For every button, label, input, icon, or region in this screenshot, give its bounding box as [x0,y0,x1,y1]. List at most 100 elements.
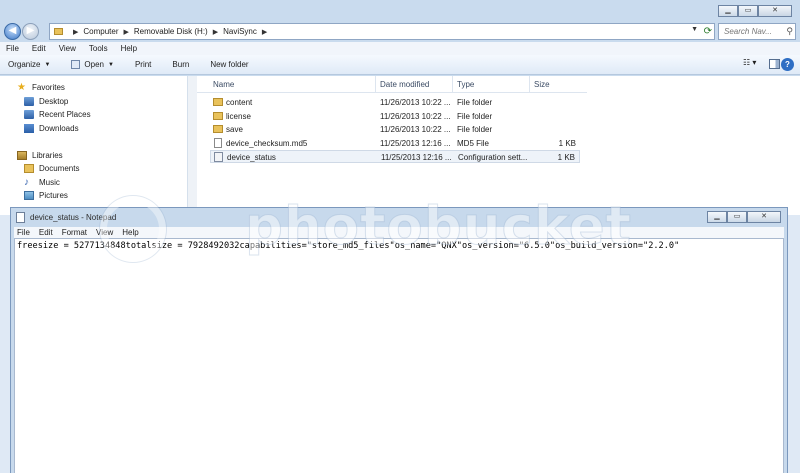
minimize-button[interactable]: ▁ [707,211,727,223]
file-type: Configuration sett... [458,153,528,162]
column-divider[interactable] [375,76,376,93]
column-divider[interactable] [529,76,530,93]
view-options-icon[interactable]: ☷ ▾ [743,58,759,69]
maximize-button[interactable]: ▭ [738,5,758,17]
nav-downloads[interactable]: Downloads [24,124,79,133]
address-row: ◀ ▶ ▶ Computer ▶ Removable Disk (H:) ▶ N… [0,20,800,42]
breadcrumb-computer[interactable]: Computer [83,27,118,36]
pane-splitter[interactable] [188,76,197,215]
menu-view[interactable]: View [96,228,113,237]
file-date: 11/26/2013 10:22 ... [380,112,451,121]
nav-pictures[interactable]: Pictures [24,191,68,200]
maximize-button[interactable]: ▭ [727,211,747,223]
column-headers: Name Date modified Type Size [197,76,587,93]
menu-format[interactable]: Format [62,228,87,237]
file-size: 1 KB [557,153,575,162]
file-name: device_status [227,153,276,162]
breadcrumb-separator-icon[interactable]: ▶ [262,28,267,36]
chevron-down-icon[interactable]: ▼ [691,26,698,33]
menu-edit[interactable]: Edit [32,44,46,53]
breadcrumb-separator-icon[interactable]: ▶ [124,28,129,36]
file-row-selected[interactable]: device_status 11/25/2013 12:16 ... Confi… [210,150,580,163]
menu-help[interactable]: Help [122,228,138,237]
recent-places-icon [24,110,34,119]
close-button[interactable]: ✕ [758,5,792,17]
file-size: 1 KB [558,139,576,148]
file-row[interactable]: license 11/26/2013 10:22 ... File folder [210,110,580,123]
nav-label: Music [39,178,60,187]
menu-help[interactable]: Help [121,44,137,53]
nav-recent-places[interactable]: Recent Places [24,110,91,119]
notepad-title-bar[interactable]: device_status - Notepad ▁ ▭ ✕ [11,208,787,227]
file-row[interactable]: device_checksum.md5 11/25/2013 12:16 ...… [210,137,580,150]
desktop-icon [24,97,34,106]
nav-label: Desktop [39,97,69,106]
search-placeholder: Search Nav... [724,27,772,36]
navigation-pane: ★ Favorites Desktop Recent Places Downloa… [0,76,188,215]
nav-music[interactable]: ♪ Music [24,178,60,188]
explorer-window: ▁ ▭ ✕ ◀ ▶ ▶ Computer ▶ Removable Disk (H… [0,0,800,215]
notepad-window: device_status - Notepad ▁ ▭ ✕ File Edit … [10,207,788,473]
view-controls: ☷ ▾ [743,58,780,69]
menu-tools[interactable]: Tools [89,44,108,53]
file-name: license [226,112,251,121]
refresh-icon[interactable]: ⟳ [704,25,712,38]
new-folder-button[interactable]: New folder [210,60,248,69]
nav-favorites[interactable]: ★ Favorites [17,82,65,93]
column-divider[interactable] [452,76,453,93]
menu-file[interactable]: File [17,228,30,237]
nav-libraries[interactable]: Libraries [17,151,63,160]
file-date: 11/25/2013 12:16 ... [381,153,452,162]
back-button[interactable]: ◀ [4,23,21,40]
notepad-text-area[interactable]: freesize = 5277134848totalsize = 7928492… [14,238,784,473]
minimize-button[interactable]: ▁ [718,5,738,17]
file-date: 11/26/2013 10:22 ... [380,125,451,134]
downloads-icon [24,124,34,133]
breadcrumb-removable-disk[interactable]: Removable Disk (H:) [134,27,208,36]
back-arrow-icon: ◀ [8,25,17,36]
config-file-icon [214,152,223,162]
menu-file[interactable]: File [6,44,19,53]
burn-button[interactable]: Burn [172,60,189,69]
breadcrumb-separator-icon[interactable]: ▶ [213,28,218,36]
column-name[interactable]: Name [213,80,234,89]
organize-label: Organize [8,60,41,69]
explorer-toolbar: Organize ▼ Open ▼ Print Burn New folder ☷ … [0,55,800,75]
file-row[interactable]: save 11/26/2013 10:22 ... File folder [210,123,580,136]
preview-pane-icon[interactable] [769,58,780,69]
document-content[interactable]: freesize = 5277134848totalsize = 7928492… [17,241,679,251]
nav-label: Documents [39,164,80,173]
search-icon[interactable]: ⚲ [786,24,793,39]
file-row[interactable]: content 11/26/2013 10:22 ... File folder [210,96,580,109]
notepad-icon [16,212,25,223]
column-type[interactable]: Type [457,80,474,89]
open-label: Open [84,60,104,69]
column-size[interactable]: Size [534,80,550,89]
folder-icon [213,98,223,106]
close-button[interactable]: ✕ [747,211,781,223]
breadcrumb-navisync[interactable]: NaviSync [223,27,257,36]
help-icon[interactable]: ? [781,58,794,71]
file-type: File folder [457,125,493,134]
star-icon: ★ [17,82,26,93]
forward-button[interactable]: ▶ [22,23,39,40]
open-button[interactable]: Open ▼ [71,60,114,69]
breadcrumb-separator-icon[interactable]: ▶ [73,28,78,36]
forward-arrow-icon: ▶ [26,25,35,36]
pictures-icon [24,191,34,200]
menu-view[interactable]: View [59,44,76,53]
search-input[interactable]: Search Nav... ⚲ [718,23,796,40]
nav-desktop[interactable]: Desktop [24,97,68,106]
address-bar[interactable]: ▶ Computer ▶ Removable Disk (H:) ▶ NaviS… [49,23,715,40]
folder-icon [54,28,63,35]
file-name: save [226,125,243,134]
folder-icon [213,125,223,133]
print-button[interactable]: Print [135,60,151,69]
column-date-modified[interactable]: Date modified [380,80,429,89]
nav-label: Recent Places [39,110,91,119]
menu-edit[interactable]: Edit [39,228,53,237]
organize-button[interactable]: Organize ▼ [8,60,50,69]
file-type: MD5 File [457,139,490,148]
nav-documents[interactable]: Documents [24,164,79,173]
notepad-window-controls: ▁ ▭ ✕ [707,211,781,223]
